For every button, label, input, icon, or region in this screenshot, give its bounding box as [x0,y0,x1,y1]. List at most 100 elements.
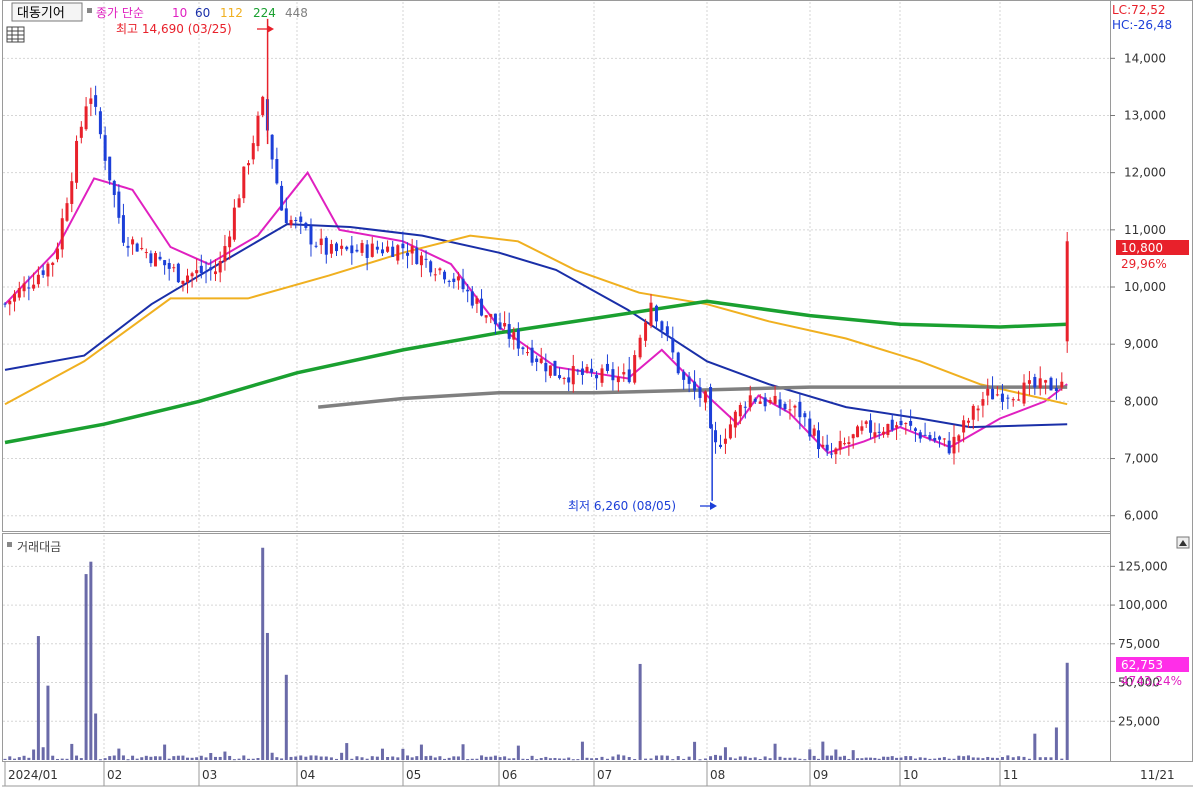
volume-bar [98,759,102,761]
candle-body [544,362,548,372]
volume-bar [447,757,451,760]
volume-bar [70,743,74,760]
volume-bar [503,756,507,760]
candle-body [671,338,675,353]
candle-body [456,276,460,281]
volume-bar [1060,758,1064,760]
y-tick-label: 6,000 [1124,509,1158,523]
volume-bar [576,759,580,761]
candle-body [429,261,433,273]
candle-body [284,208,288,224]
volume-bar [340,752,344,760]
candle-body [112,180,116,195]
x-tick-label: 02 [107,768,122,782]
volume-bar [671,759,675,761]
candle-body [181,280,185,284]
candle-body [886,423,890,435]
volume-bar [798,758,802,760]
candle-body [280,185,284,211]
volume-bar [952,758,956,760]
volume-bar [223,751,227,760]
candle-body [329,244,333,254]
candle-body [957,435,961,441]
candle-body [36,274,40,285]
volume-bar [429,755,433,760]
volume-bar [1011,757,1015,760]
candle-body [480,298,484,316]
volume-bar [918,757,922,760]
volume-bar [590,758,594,760]
price-badge-change: 29,96% [1121,257,1167,271]
candle-body [539,358,543,363]
volume-bar [294,756,298,760]
volume-bar [228,755,232,760]
volume-bar [753,757,757,760]
volume-bar [466,759,470,761]
volume-bar [773,743,777,760]
candle-body [748,395,752,408]
candle-body [365,244,369,258]
volume-bar [186,757,190,760]
candle-body [843,443,847,445]
volume-bar [1065,662,1069,760]
volume-bar [324,756,328,760]
volume-bar [304,756,308,760]
candle-body [553,360,557,376]
candle-body [261,96,265,116]
volume-bar [65,758,69,760]
candle-body [693,381,697,391]
candle-body [798,401,802,418]
volume-bar [553,757,557,760]
volume-bar [693,741,697,760]
candle-body [611,369,615,381]
candle-body [808,418,812,437]
candle-body [204,271,208,273]
candle-body [1017,399,1021,401]
volume-bar [27,757,31,760]
volume-bar [475,758,479,760]
candle-body [51,262,55,266]
candle-body [503,323,507,327]
table-view-icon[interactable] [6,26,25,43]
candle-body [687,376,691,384]
candle-body [1065,241,1069,342]
candle-body [135,243,139,252]
volume-bar [433,757,437,760]
candle-body [84,106,88,130]
candle-body [758,401,762,404]
volume-panel-title: 거래대금 [17,540,61,554]
volume-bar [493,755,497,760]
candle-body [991,388,995,400]
candle-body [600,368,604,383]
candle-body [783,403,787,410]
candle-body [94,95,98,107]
volume-legend-marker [7,542,12,547]
candle-body [728,424,732,439]
panel-collapse-icon[interactable] [1176,536,1190,549]
volume-bar [1000,757,1004,760]
candle-body [904,423,908,425]
volume-bar [991,757,995,760]
volume-bar [962,756,966,760]
volume-panel-frame [2,533,1111,762]
volume-bar [452,756,456,760]
volume-bar [299,755,303,760]
volume-bar [232,759,236,761]
volume-bar [895,757,899,760]
candle-body [126,245,130,248]
x-tick-label: 06 [502,768,517,782]
candle-body [530,347,534,363]
volume-bar [167,758,171,760]
y-tick-label: 10,000 [1124,280,1166,294]
volume-bar [275,757,279,760]
volume-bar [516,745,520,760]
volume-bar [981,758,985,760]
volume-bar [190,757,194,760]
candle-body [419,255,423,266]
volume-bar [144,755,148,760]
candle-body [895,425,899,428]
volume-bar [345,743,349,760]
candle-body [153,253,157,267]
candle-body [918,432,922,439]
volume-bar [709,756,713,760]
